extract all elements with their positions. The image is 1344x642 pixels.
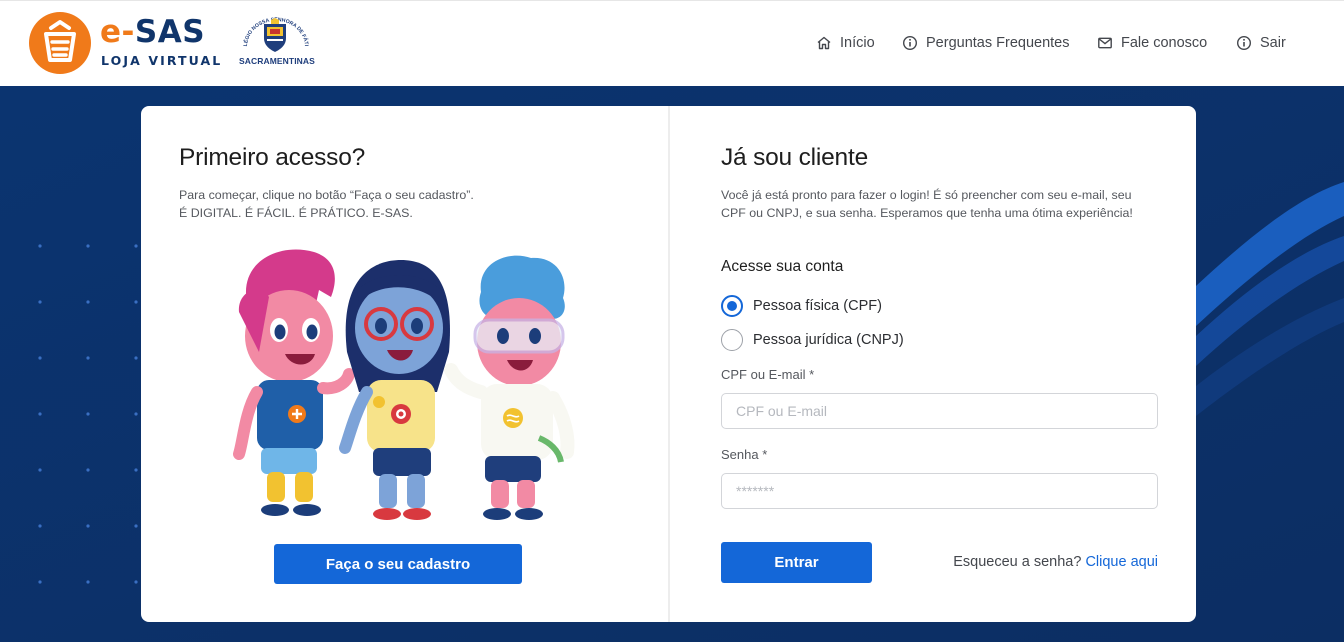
password-label-text: Senha [721,447,759,462]
nav-faq[interactable]: Perguntas Frequentes [902,31,1069,55]
radio-cpf[interactable] [721,295,743,317]
radio-option-cnpj[interactable]: Pessoa jurídica (CNPJ) [721,328,904,352]
login-field-label: CPF ou E-mail * [721,367,814,382]
panel-divider [668,106,670,622]
first-access-desc-line1: Para começar, clique no botão “Faça o se… [179,188,474,202]
nav-exit-label: Sair [1260,35,1286,51]
nav-inicio-label: Início [840,35,875,51]
logo-e-text: e- [100,14,135,50]
esas-logo-text[interactable]: e-SAS [100,12,205,52]
school-name: SACRAMENTINAS [239,56,315,66]
nav-exit[interactable]: Sair [1236,31,1286,55]
forgot-password: Esqueceu a senha? Clique aqui [911,554,1158,570]
nav-contact[interactable]: Fale conosco [1097,31,1207,55]
top-header: e-SAS LOJA VIRTUAL COLÉGIO NOSSA SENHORA… [0,0,1344,86]
logo-subtitle: LOJA VIRTUAL [101,53,223,68]
client-title: Já sou cliente [721,144,869,171]
radio-cnpj-label: Pessoa jurídica (CNPJ) [753,332,904,348]
mail-icon [1098,37,1112,49]
logo-sas-text: SAS [134,14,206,50]
password-required-mark: * [762,447,768,462]
esas-logo-icon[interactable] [29,12,91,74]
illustration-kid-right [444,255,575,520]
login-label-text: CPF ou E-mail [721,367,806,382]
info-icon [1236,35,1252,51]
nav-contact-label: Fale conosco [1121,35,1208,51]
access-account-title: Acesse sua conta [721,258,844,275]
login-required-mark: * [809,367,815,382]
cpf-email-input[interactable] [721,393,1158,429]
nav-inicio[interactable]: Início [816,31,875,55]
school-crest-icon [264,18,286,52]
info-icon [902,35,918,51]
kids-illustration [233,249,575,520]
first-access-desc-line2: É DIGITAL. É FÁCIL. É PRÁTICO. E-SAS. [179,206,413,220]
password-input[interactable] [721,473,1158,509]
radio-option-cpf[interactable]: Pessoa física (CPF) [721,294,882,318]
illustration-kid-left [233,249,355,516]
password-field-label: Senha * [721,447,767,462]
signup-button[interactable]: Faça o seu cadastro [274,544,522,584]
login-card: Primeiro acesso? Para começar, clique no… [141,106,1196,622]
school-logo: COLÉGIO NOSSA SENHORA DE FÁTIMA SACRAMEN… [239,13,315,69]
nav-faq-label: Perguntas Frequentes [926,35,1070,51]
illustration-kid-middle [339,260,450,520]
first-access-title: Primeiro acesso? [179,144,366,171]
forgot-password-link[interactable]: Clique aqui [1085,554,1158,570]
radio-cpf-label: Pessoa física (CPF) [753,298,882,314]
client-desc: Você já está pronto para fazer o login! … [721,188,1133,220]
forgot-password-text: Esqueceu a senha? [953,554,1082,570]
home-icon [817,36,831,50]
radio-cnpj[interactable] [721,329,743,351]
login-button[interactable]: Entrar [721,542,872,583]
